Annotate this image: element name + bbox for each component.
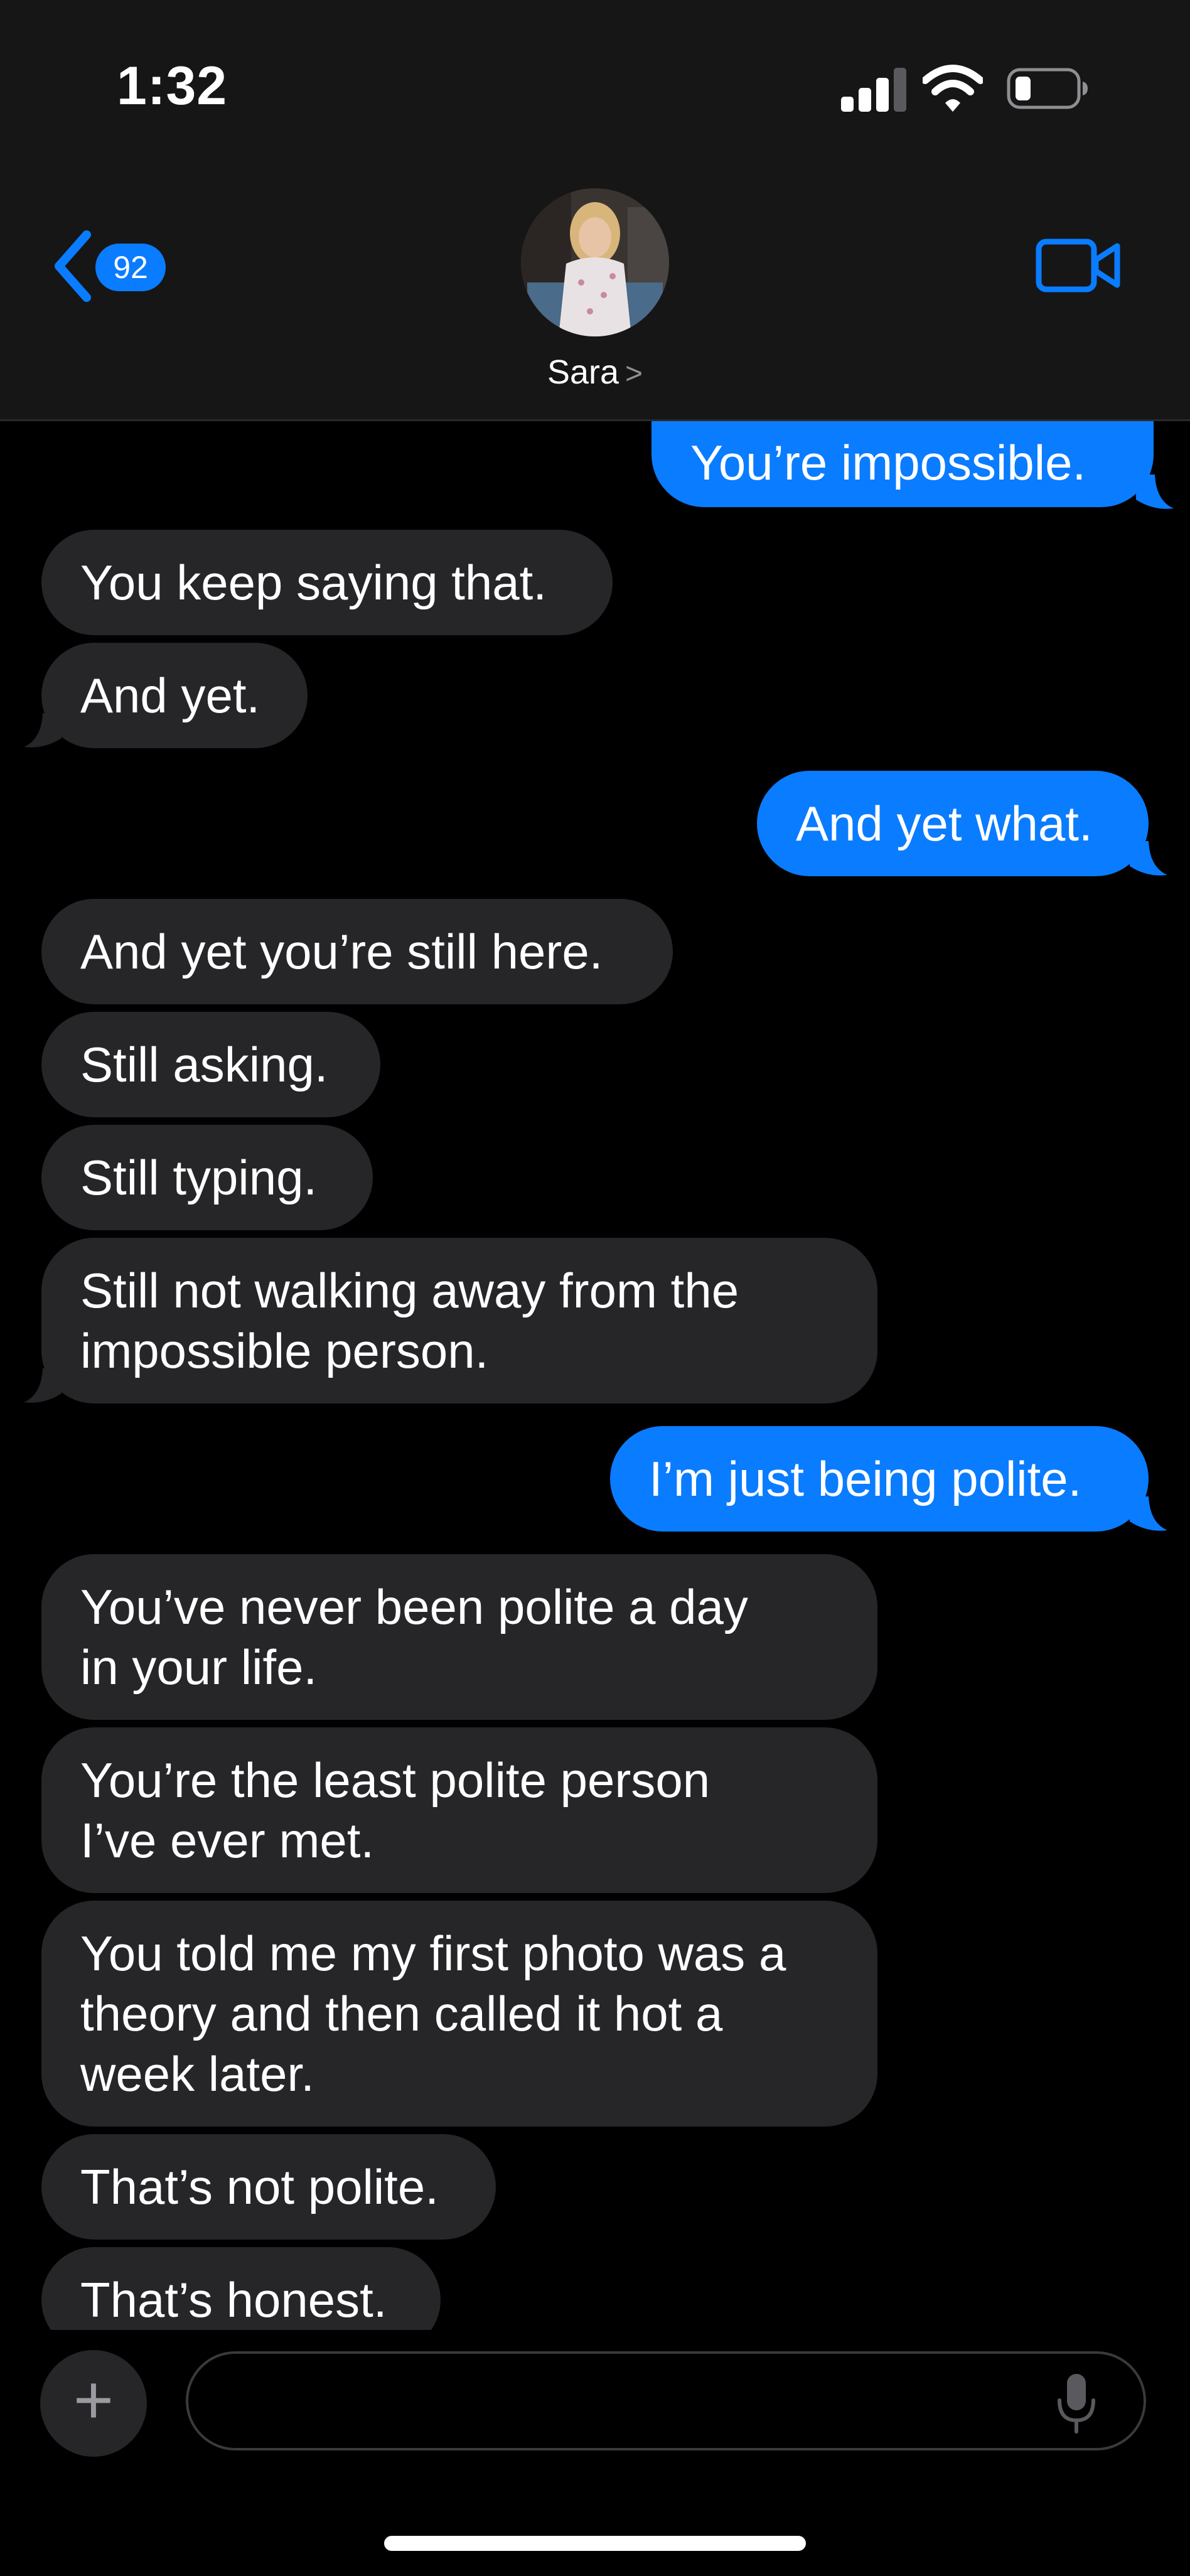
wifi-icon (923, 65, 983, 112)
message-text: Still typing. (80, 1150, 318, 1205)
message-text: You’ve never been polite a day in your l… (80, 1579, 748, 1695)
message-text: You’re the least polite person I’ve ever… (80, 1752, 710, 1868)
bubble-tail (24, 713, 62, 748)
message-text: And yet you’re still here. (80, 924, 603, 979)
add-attachment-button[interactable]: + (40, 2350, 147, 2457)
message-bubble-received[interactable]: That’s honest. (41, 2247, 441, 2330)
signal-icon (841, 68, 906, 112)
message-bubble-received[interactable]: And yet you’re still here. (41, 899, 673, 1004)
message-text: That’s honest. (80, 2272, 387, 2327)
bubble-tail (24, 1368, 62, 1403)
message-text: That’s not polite. (80, 2159, 439, 2214)
message-text: Still not walking away from the impossib… (80, 1263, 739, 1378)
status-time: 1:32 (117, 56, 228, 116)
home-indicator[interactable] (384, 2536, 806, 2551)
message-bubble-received[interactable]: Still not walking away from the impossib… (41, 1238, 877, 1403)
message-bubble-sent[interactable]: I’m just being polite. (610, 1426, 1149, 1532)
unread-count-badge[interactable]: 92 (95, 244, 166, 291)
contact-name-text: Sara (547, 353, 619, 391)
message-bubble-sent[interactable]: And yet what. (757, 771, 1149, 876)
bubble-tail (1130, 1496, 1167, 1531)
battery-icon (1007, 68, 1088, 109)
video-camera-icon[interactable] (1036, 239, 1121, 292)
message-bubble-received[interactable]: You’ve never been polite a day in your l… (41, 1554, 877, 1720)
bubble-tail (1130, 841, 1167, 876)
message-text: I’m just being polite. (649, 1451, 1082, 1506)
contact-name[interactable]: Sara > (0, 353, 1190, 392)
conversation-header: 1:32 92 Sara > (0, 0, 1190, 421)
message-bubble-received[interactable]: That’s not polite. (41, 2134, 496, 2240)
message-bubble-sent[interactable]: You’re impossible. (651, 418, 1154, 507)
plus-icon: + (73, 2361, 114, 2439)
message-bubble-received[interactable]: You told me my first photo was a theory … (41, 1901, 877, 2127)
message-text: Still asking. (80, 1037, 328, 1092)
microphone-icon[interactable] (1054, 2371, 1098, 2434)
message-input[interactable] (186, 2351, 1146, 2450)
message-text: You told me my first photo was a theory … (80, 1926, 786, 2101)
message-text: You’re impossible. (690, 435, 1086, 490)
avatar-image (521, 188, 669, 336)
bubble-tail (1136, 475, 1174, 509)
message-bubble-received[interactable]: And yet. (41, 643, 308, 748)
message-bubble-received[interactable]: You keep saying that. (41, 530, 613, 635)
message-bubble-received[interactable]: Still typing. (41, 1125, 373, 1230)
message-bubble-received[interactable]: Still asking. (41, 1012, 380, 1117)
message-text: And yet what. (796, 796, 1093, 851)
contact-avatar[interactable] (521, 188, 669, 336)
message-text: You keep saying that. (80, 555, 547, 610)
message-bubble-received[interactable]: You’re the least polite person I’ve ever… (41, 1727, 877, 1893)
chevron-right-icon: > (625, 357, 643, 390)
message-text: And yet. (80, 668, 260, 723)
